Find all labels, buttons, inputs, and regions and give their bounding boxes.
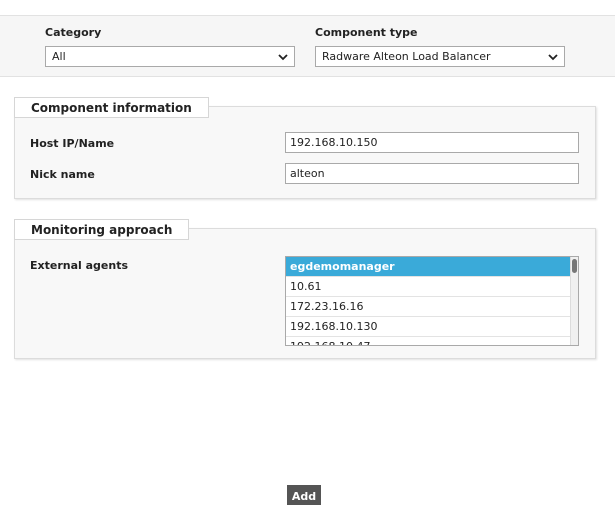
component-information-title: Component information <box>14 97 209 118</box>
chevron-down-icon <box>548 54 558 61</box>
category-select[interactable]: All <box>45 46 295 67</box>
host-label: Host IP/Name <box>30 137 115 150</box>
external-agents-label: External agents <box>30 259 129 272</box>
component-type-select[interactable]: Radware Alteon Load Balancer <box>315 46 565 67</box>
list-scrollbar[interactable] <box>570 257 578 345</box>
external-agents-list[interactable]: egdemomanager 10.61 172.23.16.16 192.168… <box>285 256 579 346</box>
monitoring-approach-title: Monitoring approach <box>14 219 190 240</box>
agent-option[interactable]: egdemomanager <box>286 257 572 277</box>
component-information-panel: Component information Host IP/Name 192.1… <box>14 97 596 199</box>
nick-name-value: alteon <box>290 167 325 180</box>
monitoring-approach-panel: Monitoring approach External agents egde… <box>14 219 596 359</box>
host-value: 192.168.10.150 <box>290 136 378 149</box>
host-input[interactable]: 192.168.10.150 <box>285 132 579 153</box>
category-value: All <box>52 50 66 63</box>
add-button[interactable]: Add <box>287 485 321 505</box>
agent-option[interactable]: 192.168.10.130 <box>286 317 572 337</box>
scrollbar-thumb[interactable] <box>572 259 577 273</box>
agent-option[interactable]: 10.61 <box>286 277 572 297</box>
component-type-label: Component type <box>315 26 418 39</box>
component-type-value: Radware Alteon Load Balancer <box>322 50 491 63</box>
agent-option[interactable]: 172.23.16.16 <box>286 297 572 317</box>
chevron-down-icon <box>278 54 288 61</box>
agent-option[interactable]: 192.168.10.47 <box>286 337 572 345</box>
category-label: Category <box>45 26 102 39</box>
nick-name-input[interactable]: alteon <box>285 163 579 184</box>
nick-name-label: Nick name <box>30 168 95 181</box>
